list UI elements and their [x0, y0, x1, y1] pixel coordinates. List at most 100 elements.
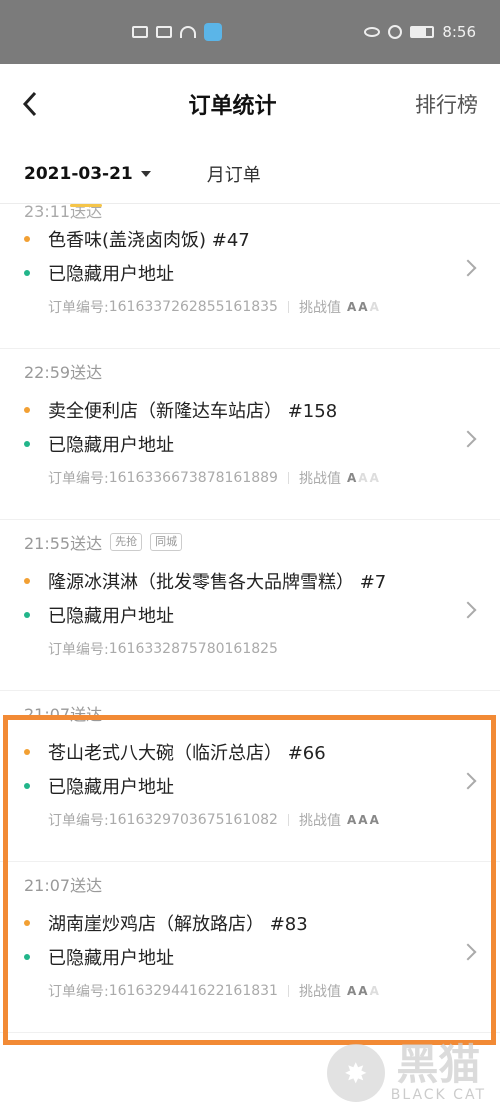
rating-a-icon: A	[369, 813, 379, 827]
meta-divider	[287, 301, 289, 313]
store-dot-icon	[24, 920, 30, 926]
store-name: 卖全便利店（新隆达车站店） #158	[48, 401, 338, 422]
rating-a-icon: A	[369, 471, 379, 485]
order-block: 21:55送达 先抢 同城 隆源冰淇淋（批发零售各大品牌雪糕） #7 已隐藏用户…	[0, 520, 500, 691]
store-name: 色香味(盖浇卤肉饭) #47	[48, 230, 250, 251]
delivery-header: 21:07送达	[0, 862, 500, 906]
order-meta: 订单编号: 1616337262855161835 挑战值 A A A	[24, 290, 476, 324]
customer-address: 已隐藏用户地址	[48, 777, 174, 798]
watermark: ✸ 黑猫 BLACK CAT	[326, 1040, 486, 1104]
app-notification-icon	[204, 23, 222, 41]
date-picker[interactable]: 2021-03-21	[24, 164, 151, 184]
status-bar: 8:56	[0, 0, 500, 64]
cat-logo-icon: ✸	[326, 1044, 385, 1102]
back-icon[interactable]	[22, 90, 50, 118]
rating-a-icon: A	[369, 300, 379, 314]
rating-a-icon: A	[358, 813, 368, 827]
order-number: 1616329441622161831	[108, 983, 278, 999]
challenge-label: 挑战值	[298, 471, 341, 487]
order-meta: 订单编号: 1616329703675161082 挑战值 A A A	[24, 803, 476, 837]
status-time: 8:56	[442, 23, 476, 41]
ranking-button[interactable]: 排行榜	[415, 89, 478, 119]
delivery-time: 22:59送达	[24, 363, 103, 382]
delivery-time: 21:07送达	[24, 876, 103, 895]
date-value: 2021-03-21	[24, 163, 133, 184]
customer-address: 已隐藏用户地址	[48, 606, 174, 627]
order-number-label: 订单编号:	[48, 642, 109, 658]
order-tag: 同城	[150, 533, 183, 551]
tab-monthly-orders[interactable]: 月订单	[207, 161, 261, 187]
filter-bar: 2021-03-21 月订单	[0, 144, 500, 204]
meta-divider	[287, 472, 289, 484]
rating-a-icon: A	[346, 813, 357, 827]
order-meta: 订单编号: 1616336673878161889 挑战值 A A A	[24, 461, 476, 495]
delivery-time: 21:55送达	[24, 534, 103, 553]
delivery-time: 21:07送达	[24, 705, 103, 724]
order-block: 21:07送达 苍山老式八大碗（临沂总店） #66 已隐藏用户地址 订单编号: …	[0, 691, 500, 862]
delivery-header: 21:55送达 先抢 同城	[0, 520, 500, 564]
store-name: 湖南崖炒鸡店（解放路店） #83	[48, 914, 308, 935]
order-number-label: 订单编号:	[48, 984, 109, 1000]
challenge-rating: A A A	[347, 471, 379, 485]
rating-a-icon: A	[369, 984, 379, 998]
customer-address: 已隐藏用户地址	[48, 435, 174, 456]
customer-address: 已隐藏用户地址	[48, 264, 174, 285]
order-card[interactable]: 色香味(盖浇卤肉饭) #47 已隐藏用户地址 订单编号: 16163372628…	[0, 222, 500, 348]
store-name: 隆源冰淇淋（批发零售各大品牌雪糕） #7	[48, 572, 387, 593]
challenge-label: 挑战值	[298, 300, 341, 316]
order-number: 1616329703675161082	[108, 812, 278, 828]
order-number: 1616336673878161889	[108, 470, 278, 486]
watermark-en: BLACK CAT	[390, 1087, 486, 1103]
store-dot-icon	[24, 578, 30, 584]
eye-icon	[364, 27, 381, 37]
page-title: 订单统计	[188, 94, 277, 119]
order-meta: 订单编号: 1616332875780161825	[24, 632, 476, 666]
challenge-label: 挑战值	[298, 984, 341, 1000]
order-number-label: 订单编号:	[48, 813, 109, 829]
order-card[interactable]: 卖全便利店（新隆达车站店） #158 已隐藏用户地址 订单编号: 1616336…	[0, 393, 500, 519]
store-dot-icon	[24, 749, 30, 755]
address-dot-icon	[24, 612, 30, 618]
order-card[interactable]: 湖南崖炒鸡店（解放路店） #83 已隐藏用户地址 订单编号: 161632944…	[0, 906, 500, 1032]
order-card[interactable]: 苍山老式八大碗（临沂总店） #66 已隐藏用户地址 订单编号: 16163297…	[0, 735, 500, 861]
address-dot-icon	[24, 783, 30, 789]
store-name: 苍山老式八大碗（临沂总店） #66	[48, 743, 326, 764]
order-tag: 先抢	[110, 533, 143, 551]
rating-a-icon: A	[346, 984, 357, 998]
tab-indicator	[70, 204, 102, 207]
order-card[interactable]: 隆源冰淇淋（批发零售各大品牌雪糕） #7 已隐藏用户地址 订单编号: 16163…	[0, 564, 500, 690]
sim-icon	[132, 26, 148, 38]
customer-address: 已隐藏用户地址	[48, 948, 174, 969]
meta-divider	[287, 814, 289, 826]
order-list: 23:11送达 色香味(盖浇卤肉饭) #47 已隐藏用户地址 订单编号: 161…	[0, 204, 500, 1033]
address-dot-icon	[24, 954, 30, 960]
signal-icon	[156, 26, 172, 38]
challenge-rating: A A A	[347, 300, 379, 314]
challenge-label: 挑战值	[298, 813, 341, 829]
rating-a-icon: A	[358, 300, 368, 314]
status-right-icons: 8:56	[364, 23, 476, 41]
order-number: 1616337262855161835	[108, 299, 278, 315]
nav-bar: 订单统计 排行榜	[0, 64, 500, 144]
address-dot-icon	[24, 441, 30, 447]
order-number-label: 订单编号:	[48, 471, 109, 487]
address-dot-icon	[24, 270, 30, 276]
store-dot-icon	[24, 236, 30, 242]
order-number-label: 订单编号:	[48, 300, 109, 316]
order-meta: 订单编号: 1616329441622161831 挑战值 A A A	[24, 974, 476, 1008]
challenge-rating: A A A	[347, 984, 379, 998]
alarm-icon	[388, 25, 403, 39]
watermark-cn: 黑猫	[396, 1040, 481, 1089]
rating-a-icon: A	[358, 471, 368, 485]
store-dot-icon	[24, 407, 30, 413]
delivery-header: 22:59送达	[0, 349, 500, 393]
delivery-header: 21:07送达	[0, 691, 500, 735]
meta-divider	[287, 985, 289, 997]
watermark-text: 黑猫 BLACK CAT	[390, 1040, 486, 1104]
order-number: 1616332875780161825	[108, 641, 278, 657]
challenge-rating: A A A	[347, 813, 379, 827]
rating-a-icon: A	[346, 471, 357, 485]
status-left-icons	[132, 23, 222, 41]
order-block: 色香味(盖浇卤肉饭) #47 已隐藏用户地址 订单编号: 16163372628…	[0, 222, 500, 349]
order-block: 21:07送达 湖南崖炒鸡店（解放路店） #83 已隐藏用户地址 订单编号: 1…	[0, 862, 500, 1033]
